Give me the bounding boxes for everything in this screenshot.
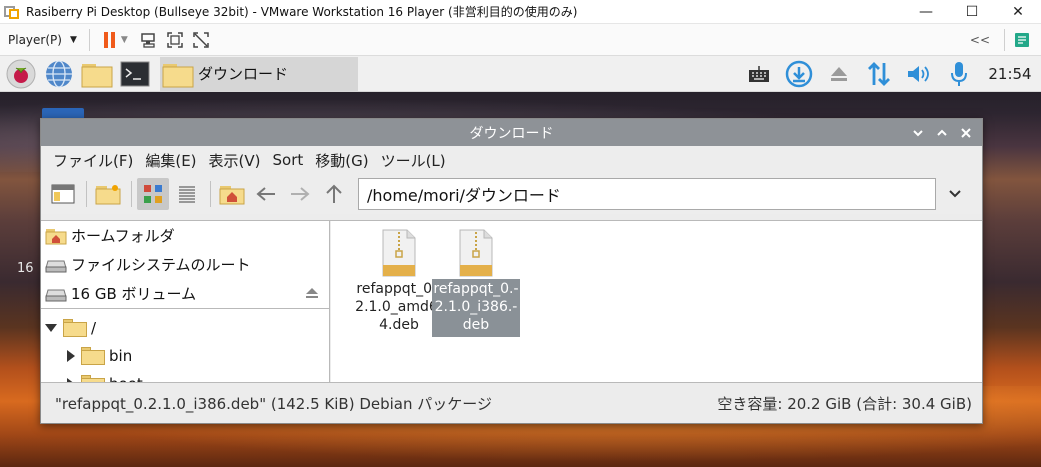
- tree-item-bin[interactable]: bin: [41, 342, 329, 370]
- eject-icon[interactable]: [305, 285, 319, 303]
- status-bar: "refappqt_0.2.1.0_i386.deb" (142.5 KiB) …: [41, 382, 982, 423]
- pi-panel: ダウンロード 21:54: [0, 56, 1041, 92]
- maximize-button[interactable]: ☐: [949, 0, 995, 24]
- file-name: refappqt_0.-2.1.0_amd6-4.deb: [355, 281, 443, 333]
- file-item-selected[interactable]: refappqt_0.-2.1.0_i386.-deb: [432, 225, 520, 337]
- file-manager-window: ダウンロード ファイル(F) 編集(E) 表示(V) Sort 移動(G) ツー…: [40, 118, 983, 424]
- menubar: ファイル(F) 編集(E) 表示(V) Sort 移動(G) ツール(L): [41, 146, 982, 174]
- desktop-icon-label: 16: [17, 261, 34, 276]
- window-title: ダウンロード: [469, 125, 554, 142]
- up-arrow-icon[interactable]: [318, 178, 350, 210]
- folder-icon: [162, 63, 194, 87]
- folder-icon: [81, 347, 105, 365]
- forward-arrow-icon[interactable]: [284, 178, 316, 210]
- folder-icon: [81, 375, 105, 382]
- new-tab-folder-icon[interactable]: [92, 178, 124, 210]
- place-home-folder[interactable]: ホームフォルダ: [41, 221, 329, 250]
- system-tray: 21:54: [739, 57, 1041, 91]
- notes-icon[interactable]: [1009, 27, 1035, 53]
- eject-icon[interactable]: [819, 57, 859, 91]
- sidebar: ホームフォルダ ファイルシステムのルート 16 GB ボリューム / bin: [41, 221, 330, 382]
- places-list: ホームフォルダ ファイルシステムのルート 16 GB ボリューム: [41, 221, 329, 309]
- toolbar-divider: [1004, 28, 1005, 51]
- taskbar-window-button[interactable]: ダウンロード: [160, 56, 358, 91]
- menu-view[interactable]: 表示(V): [203, 150, 267, 171]
- volume-icon[interactable]: [899, 57, 939, 91]
- window-close-icon[interactable]: [956, 123, 976, 143]
- icon-view-icon[interactable]: [137, 178, 169, 210]
- tree-item-label: /: [91, 319, 97, 337]
- file-manager-body: ホームフォルダ ファイルシステムのルート 16 GB ボリューム / bin r…: [41, 220, 982, 382]
- player-menu[interactable]: Player(P) ▼: [0, 24, 85, 56]
- path-input[interactable]: [358, 178, 936, 210]
- keyboard-icon[interactable]: [739, 57, 779, 91]
- network-icon[interactable]: [859, 57, 899, 91]
- send-ctrl-alt-del-icon[interactable]: [136, 27, 162, 53]
- terminal-icon[interactable]: [118, 57, 152, 91]
- new-window-icon[interactable]: [47, 178, 79, 210]
- panel-clock[interactable]: 21:54: [979, 65, 1041, 83]
- window-minimize-icon[interactable]: [908, 123, 928, 143]
- tree-item-label: boot: [109, 375, 143, 382]
- unity-mode-icon[interactable]: [188, 27, 214, 53]
- toolbar-divider: [88, 28, 90, 51]
- file-name: refappqt_0.-2.1.0_i386.-deb: [432, 279, 520, 337]
- place-label: ホームフォルダ: [71, 227, 175, 245]
- status-disk-space: 空き容量: 20.2 GiB (合計: 30.4 GiB): [717, 394, 972, 413]
- pause-icon[interactable]: [103, 31, 115, 48]
- pause-dropdown-icon[interactable]: ▼: [121, 35, 128, 45]
- microphone-icon[interactable]: [939, 57, 979, 91]
- chevron-down-icon: ▼: [69, 34, 77, 45]
- minimize-button[interactable]: —: [903, 0, 949, 24]
- menu-file[interactable]: ファイル(F): [47, 150, 139, 171]
- player-menu-label: Player(P): [8, 32, 62, 47]
- expand-down-icon[interactable]: [45, 324, 57, 332]
- menu-go[interactable]: 移動(G): [309, 150, 374, 171]
- tree-item-boot[interactable]: boot: [41, 370, 329, 382]
- menu-edit[interactable]: 編集(E): [139, 150, 202, 171]
- archive-file-icon: [355, 225, 443, 279]
- vmware-app-icon: [4, 4, 20, 20]
- place-label: ファイルシステムのルート: [71, 256, 251, 274]
- folder-icon: [63, 319, 87, 337]
- window-maximize-icon[interactable]: [932, 123, 952, 143]
- drive-icon: [45, 256, 67, 274]
- file-item[interactable]: refappqt_0.-2.1.0_amd6-4.deb: [355, 225, 443, 337]
- collapse-toolbar-button[interactable]: <<: [970, 33, 990, 47]
- archive-file-icon: [432, 225, 520, 279]
- directory-tree: / bin boot: [41, 309, 329, 382]
- place-volume-16gb[interactable]: 16 GB ボリューム: [41, 279, 329, 308]
- home-folder-icon: [45, 227, 67, 245]
- host-toolbar: Player(P) ▼ ▼ <<: [0, 24, 1041, 56]
- file-manager-icon[interactable]: [80, 57, 114, 91]
- close-button[interactable]: ✕: [995, 0, 1041, 24]
- drive-icon: [45, 285, 67, 303]
- menu-tools[interactable]: ツール(L): [375, 150, 452, 171]
- raspberry-menu-icon[interactable]: [4, 57, 38, 91]
- status-selection-info: "refappqt_0.2.1.0_i386.deb" (142.5 KiB) …: [55, 394, 492, 413]
- taskbar-window-label: ダウンロード: [198, 65, 289, 83]
- place-label: 16 GB ボリューム: [71, 285, 197, 303]
- tree-item-root[interactable]: /: [41, 314, 329, 342]
- list-view-icon[interactable]: [171, 178, 203, 210]
- file-view[interactable]: refappqt_0.-2.1.0_amd6-4.deb refappqt_0.…: [331, 221, 982, 382]
- tree-item-label: bin: [109, 347, 133, 365]
- fullscreen-icon[interactable]: [162, 27, 188, 53]
- window-titlebar[interactable]: ダウンロード: [41, 119, 982, 146]
- expand-right-icon[interactable]: [67, 350, 75, 362]
- home-icon[interactable]: [216, 178, 248, 210]
- back-arrow-icon[interactable]: [250, 178, 282, 210]
- path-history-dropdown-icon[interactable]: [940, 178, 970, 210]
- menu-sort[interactable]: Sort: [267, 151, 310, 169]
- host-window-title: Rasiberry Pi Desktop (Bullseye 32bit) - …: [26, 5, 578, 19]
- host-titlebar: Rasiberry Pi Desktop (Bullseye 32bit) - …: [0, 0, 1041, 24]
- updates-download-icon[interactable]: [779, 57, 819, 91]
- file-toolbar: [41, 174, 982, 214]
- place-filesystem-root[interactable]: ファイルシステムのルート: [41, 250, 329, 279]
- web-browser-icon[interactable]: [42, 57, 76, 91]
